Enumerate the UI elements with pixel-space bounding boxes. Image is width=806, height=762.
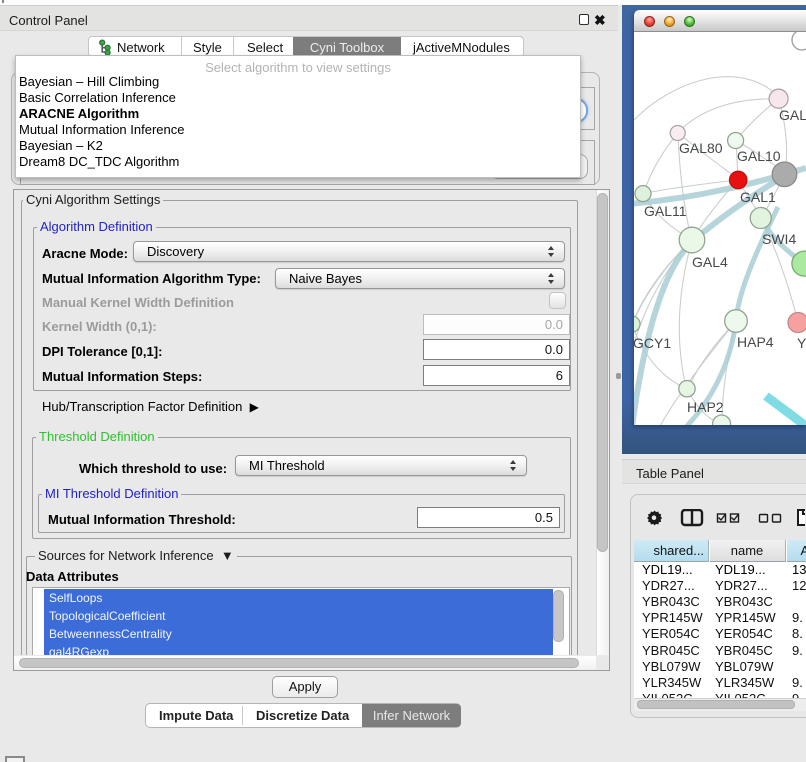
svg-text:GAL80: GAL80 [679, 140, 723, 156]
svg-text:GCY1: GCY1 [634, 335, 671, 351]
svg-text:GAL10: GAL10 [737, 148, 781, 164]
svg-text:GAL7: GAL7 [779, 107, 806, 123]
svg-text:GAL4: GAL4 [692, 254, 728, 270]
svg-text:GAL11: GAL11 [644, 203, 687, 219]
svg-text:GAL1: GAL1 [740, 189, 776, 205]
svg-text:YB: YB [797, 335, 806, 351]
svg-text:HAP4: HAP4 [737, 334, 774, 350]
svg-text:HAP2: HAP2 [687, 399, 724, 415]
svg-text:SWI4: SWI4 [762, 231, 796, 247]
